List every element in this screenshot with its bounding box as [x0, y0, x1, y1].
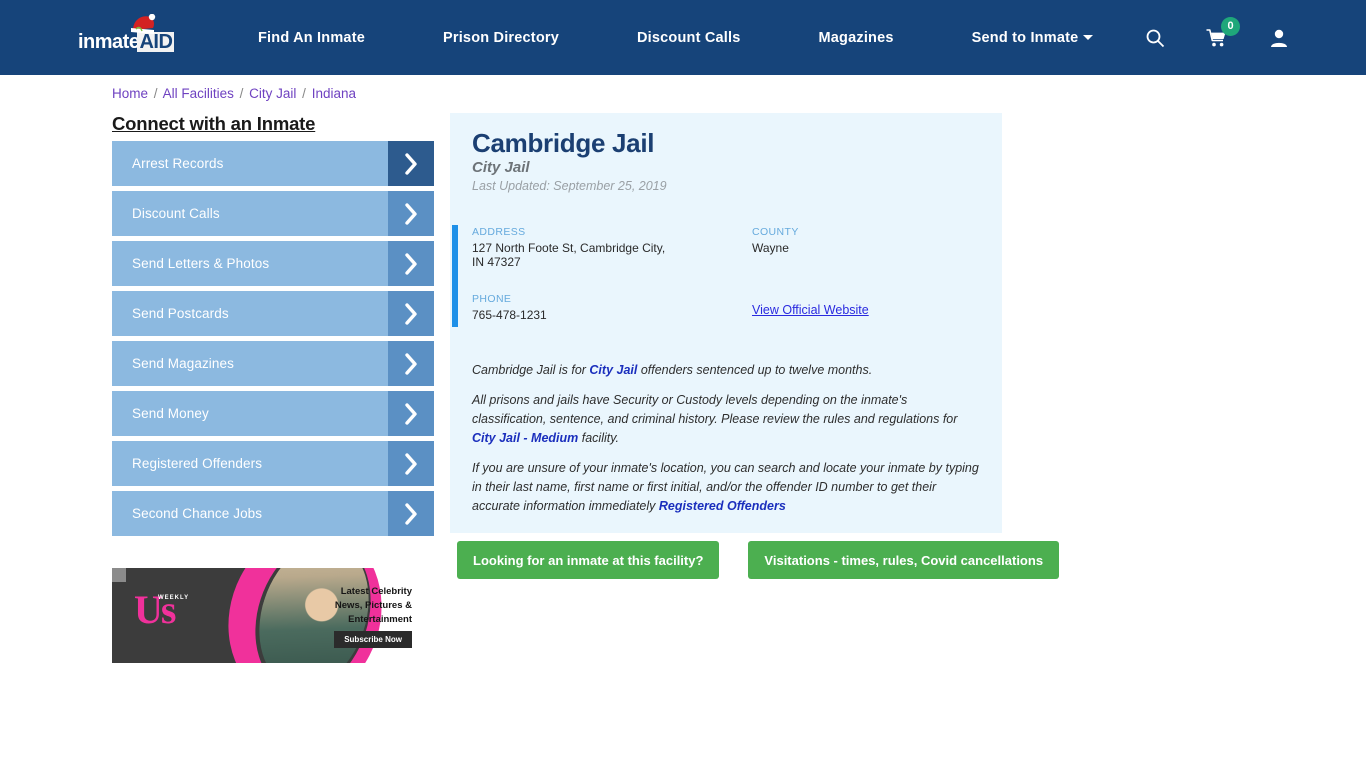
address-field: ADDRESS 127 North Foote St, Cambridge Ci… [472, 226, 752, 269]
website-field: View Official Website [752, 293, 972, 322]
ad-brand-sub: WEEKLY [158, 595, 190, 601]
sidebar-item-send-magazines[interactable]: Send Magazines [112, 341, 434, 386]
logo-text-inmate: inmate [78, 30, 140, 53]
nav-magazines[interactable]: Magazines [819, 30, 894, 46]
description-paragraph-3: If you are unsure of your inmate's locat… [472, 459, 984, 516]
chevron-right-icon [388, 441, 434, 486]
nav-send-to-inmate-label: Send to Inmate [971, 29, 1079, 46]
sidebar-item-label: Arrest Records [132, 156, 224, 171]
address-label: ADDRESS [472, 226, 526, 238]
cart-count-badge: 0 [1221, 16, 1240, 36]
chevron-right-icon [388, 241, 434, 286]
chevron-down-icon [1083, 34, 1094, 40]
description-paragraph-1: Cambridge Jail is for City Jail offender… [472, 361, 984, 380]
breadcrumb-item-indiana[interactable]: Indiana [312, 86, 356, 101]
sidebar-menu: Arrest Records Discount Calls Send Lette… [112, 141, 434, 541]
sidebar-item-send-postcards[interactable]: Send Postcards [112, 291, 434, 336]
looking-for-inmate-button[interactable]: Looking for an inmate at this facility? [457, 541, 720, 579]
ad-corner-marker [112, 568, 126, 582]
view-official-website-link[interactable]: View Official Website [752, 303, 869, 317]
facility-type: City Jail [472, 159, 530, 176]
logo-text-aid: AID [137, 30, 175, 53]
nav-send-to-inmate[interactable]: Send to Inmate [972, 30, 1094, 46]
search-icon [1146, 29, 1165, 47]
breadcrumb-item-home[interactable]: Home [112, 86, 148, 101]
phone-value: 765-478-1231 [472, 308, 547, 322]
sidebar-item-send-money[interactable]: Send Money [112, 391, 434, 436]
breadcrumb-item-city-jail[interactable]: City Jail [249, 86, 296, 101]
breadcrumb-separator: / [153, 86, 158, 101]
cart-button[interactable]: 0 [1202, 16, 1240, 53]
chevron-right-icon [388, 141, 434, 186]
sidebar-item-label: Second Chance Jobs [132, 506, 263, 521]
chevron-right-icon [388, 291, 434, 336]
county-value: Wayne [752, 241, 789, 255]
advertisement-banner[interactable]: Us WEEKLY Latest Celebrity News, Picture… [112, 568, 420, 663]
facility-description: Cambridge Jail is for City Jail offender… [472, 361, 984, 527]
sidebar-item-discount-calls[interactable]: Discount Calls [112, 191, 434, 236]
address-value: 127 North Foote St, Cambridge City, IN 4… [472, 241, 666, 269]
sidebar-item-label: Send Postcards [132, 306, 229, 321]
phone-field: PHONE 765-478-1231 [472, 293, 752, 322]
chevron-right-icon [388, 391, 434, 436]
ad-subscribe-button[interactable]: Subscribe Now [334, 631, 412, 648]
account-button[interactable] [1264, 23, 1294, 53]
sidebar-item-arrest-records[interactable]: Arrest Records [112, 141, 434, 186]
breadcrumb-separator: / [302, 86, 306, 101]
user-account-icon [1271, 29, 1287, 47]
sidebar-item-label: Registered Offenders [132, 456, 263, 471]
p2-text-b: facility. [578, 431, 620, 445]
sidebar-item-label: Send Letters & Photos [132, 256, 270, 271]
breadcrumb-item-all-facilities[interactable]: All Facilities [163, 86, 234, 101]
facility-name: Cambridge Jail [472, 128, 655, 158]
facility-info-panel: Cambridge Jail City Jail Last Updated: S… [450, 113, 1002, 533]
chevron-right-icon [388, 191, 434, 236]
p2-link-city-jail-medium[interactable]: City Jail - Medium [472, 431, 578, 445]
sidebar-item-registered-offenders[interactable]: Registered Offenders [112, 441, 434, 486]
search-button[interactable] [1140, 23, 1170, 53]
facility-details-grid: ADDRESS 127 North Foote St, Cambridge Ci… [472, 226, 972, 322]
sidebar-item-send-letters-photos[interactable]: Send Letters & Photos [112, 241, 434, 286]
p2-text-a: All prisons and jails have Security or C… [472, 393, 958, 426]
nav-find-an-inmate[interactable]: Find An Inmate [258, 30, 365, 46]
facility-last-updated: Last Updated: September 25, 2019 [472, 179, 667, 193]
p1-link-city-jail[interactable]: City Jail [589, 363, 637, 377]
nav-prison-directory[interactable]: Prison Directory [443, 30, 559, 46]
description-paragraph-2: All prisons and jails have Security or C… [472, 391, 984, 448]
breadcrumb: Home / All Facilities / City Jail / Indi… [112, 86, 356, 101]
action-buttons: Looking for an inmate at this facility? … [457, 541, 1060, 579]
ad-headline: Latest Celebrity News, Pictures & Entert… [334, 586, 412, 625]
site-logo[interactable]: inmate AID [78, 13, 186, 58]
sidebar-item-label: Discount Calls [132, 206, 220, 221]
sidebar-item-label: Send Money [132, 406, 209, 421]
chevron-right-icon [388, 491, 434, 536]
main-navigation: Find An Inmate Prison Directory Discount… [258, 30, 1094, 46]
site-header: inmate AID Find An Inmate Prison Directo… [0, 0, 1366, 75]
panel-accent-bar [452, 225, 458, 327]
county-label: COUNTY [752, 226, 799, 238]
p1-text-b: offenders sentenced up to twelve months. [637, 363, 873, 377]
visitations-button[interactable]: Visitations - times, rules, Covid cancel… [748, 541, 1060, 579]
nav-discount-calls[interactable]: Discount Calls [637, 30, 741, 46]
p1-text-a: Cambridge Jail is for [472, 363, 590, 377]
sidebar-item-second-chance-jobs[interactable]: Second Chance Jobs [112, 491, 434, 536]
phone-label: PHONE [472, 293, 512, 305]
sidebar-item-label: Send Magazines [132, 356, 234, 371]
sidebar-title: Connect with an Inmate [112, 113, 316, 134]
header-utility-icons: 0 [1108, 0, 1294, 75]
chevron-right-icon [388, 341, 434, 386]
county-field: COUNTY Wayne [752, 226, 972, 269]
p3-link-registered-offenders[interactable]: Registered Offenders [659, 499, 786, 513]
breadcrumb-separator: / [239, 86, 244, 101]
